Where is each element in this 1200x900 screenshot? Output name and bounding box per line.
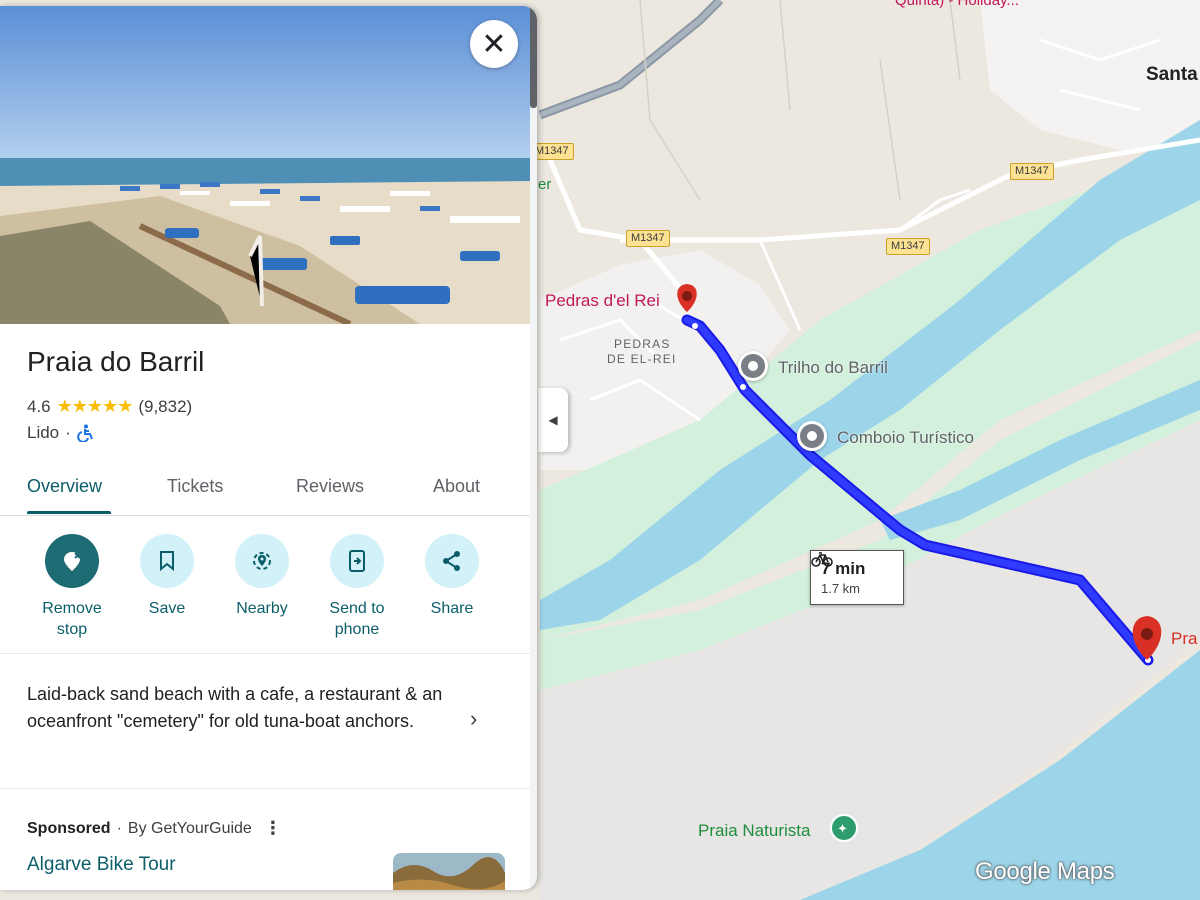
- action-buttons: Remove stop Save Nearby Send to phone Shar…: [0, 526, 530, 654]
- action-label: phone: [334, 621, 380, 638]
- nearby-button[interactable]: Nearby: [217, 534, 307, 619]
- close-button[interactable]: ✕: [470, 20, 518, 68]
- map-label-pra[interactable]: Pra: [1171, 629, 1197, 649]
- action-label: Nearby: [236, 600, 288, 617]
- svg-text:✦: ✦: [837, 822, 848, 837]
- category-row: Lido ·: [27, 423, 93, 443]
- wheelchair-icon: [76, 424, 93, 442]
- tab-reviews[interactable]: Reviews: [296, 476, 364, 497]
- route-time-row: 7 min: [811, 552, 893, 579]
- sponsor-name: By GetYourGuide: [127, 819, 252, 837]
- route-info-box[interactable]: 7 min 1.7 km: [810, 550, 904, 605]
- action-label: Send to: [329, 600, 385, 617]
- map-label-comboio[interactable]: Comboio Turístico: [837, 428, 974, 448]
- tab-overview[interactable]: Overview: [27, 476, 102, 497]
- tab-tickets[interactable]: Tickets: [167, 476, 223, 497]
- nearby-icon: [235, 534, 289, 588]
- map-label-er[interactable]: er: [538, 176, 551, 193]
- map-label-praia-naturista[interactable]: Praia Naturista: [698, 821, 810, 841]
- chevron-right-icon[interactable]: ›: [470, 706, 477, 732]
- bicycle-icon: [811, 552, 833, 567]
- divider: [0, 788, 530, 789]
- remove-stop-icon: [45, 534, 99, 588]
- panel-scrollbar[interactable]: [530, 6, 537, 890]
- chevron-left-icon: ◀: [548, 413, 558, 427]
- save-button[interactable]: Save: [122, 534, 212, 619]
- share-icon: [425, 534, 479, 588]
- road-shield: M1347: [626, 230, 670, 247]
- action-label: Save: [148, 600, 186, 617]
- place-panel: ✕ Praia do Barril 4.6 ★★★★★ (9,832) Lido…: [0, 6, 537, 890]
- dot-separator: ·: [116, 819, 122, 837]
- rating-row: 4.6 ★★★★★ (9,832): [27, 396, 192, 417]
- tab-about[interactable]: About: [433, 476, 480, 497]
- sponsored-label: Sponsored: [27, 819, 111, 837]
- ad-title-link[interactable]: Algarve Bike Tour: [27, 854, 176, 876]
- road-shield: M1347: [1010, 163, 1054, 180]
- reviews-count[interactable]: (9,832): [138, 397, 192, 417]
- google-maps-logo: Google Maps: [975, 858, 1115, 885]
- map-label-pedras-del-rei[interactable]: Pedras d'el Rei: [545, 291, 660, 311]
- rating-value: 4.6: [27, 396, 51, 416]
- road-shield: M1347: [886, 238, 930, 255]
- map-label-santa[interactable]: Santa: [1146, 64, 1198, 86]
- map-label-trilho[interactable]: Trilho do Barril: [778, 358, 888, 378]
- place-description[interactable]: Laid-back sand beach with a cafe, a rest…: [27, 681, 467, 734]
- more-options-icon[interactable]: ⋮: [264, 818, 282, 839]
- close-icon: ✕: [481, 27, 507, 61]
- place-tabs: Overview Tickets Reviews About: [0, 464, 530, 516]
- route-distance: 1.7 km: [821, 581, 861, 596]
- remove-stop-button[interactable]: Remove stop: [27, 534, 117, 640]
- comboio-pin[interactable]: [797, 421, 827, 451]
- action-label: Remove: [42, 600, 102, 617]
- beach-photo: [0, 6, 530, 324]
- ad-thumbnail[interactable]: [393, 853, 505, 890]
- tab-indicator: [27, 511, 111, 514]
- action-label: Share: [430, 600, 474, 617]
- place-photo[interactable]: [0, 6, 530, 324]
- star-rating-icon: ★★★★★: [56, 396, 134, 416]
- map-label-pedras-area-1: PEDRAS: [614, 337, 671, 351]
- sponsored-row: Sponsored · By GetYourGuide ⋮: [27, 818, 282, 839]
- map-label-top[interactable]: Quinta) - Holiday...: [895, 0, 1019, 9]
- place-category[interactable]: Lido: [27, 423, 59, 443]
- bookmark-icon: [140, 534, 194, 588]
- share-button[interactable]: Share: [407, 534, 497, 619]
- action-label: stop: [56, 621, 88, 638]
- trilho-pin[interactable]: [738, 351, 768, 381]
- scrollbar-thumb[interactable]: [530, 6, 537, 108]
- place-title: Praia do Barril: [27, 346, 205, 377]
- separator: ·: [65, 423, 71, 442]
- send-to-phone-icon: [330, 534, 384, 588]
- map-label-pedras-area-2: DE EL-REI: [607, 352, 677, 366]
- collapse-panel-button[interactable]: ◀: [538, 388, 568, 452]
- send-to-phone-button[interactable]: Send to phone: [312, 534, 402, 640]
